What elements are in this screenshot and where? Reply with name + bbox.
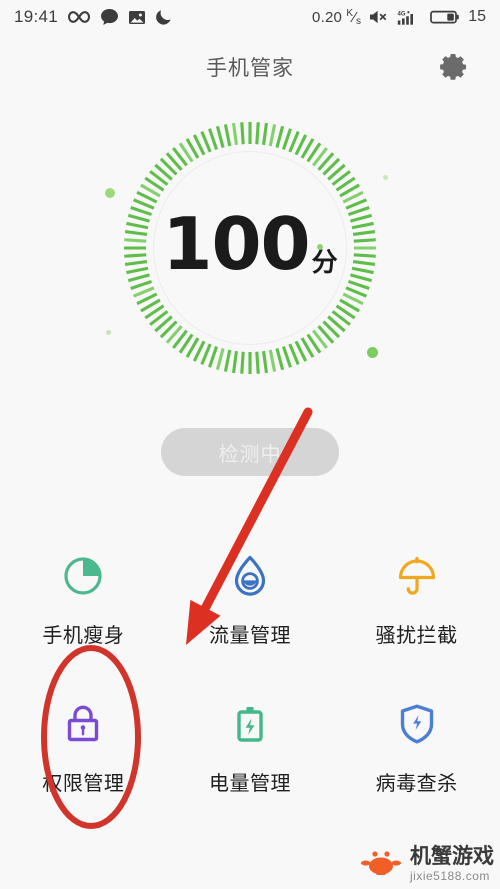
battery-percent: 15 — [468, 8, 486, 25]
gear-icon[interactable] — [438, 50, 472, 84]
network-speed: 0.20 K⁄s — [312, 7, 362, 27]
health-score-gauge: 100 分 — [0, 112, 500, 412]
feature-tile-permission-manager[interactable]: 权限管理 — [0, 681, 167, 829]
battery-bolt-icon — [223, 697, 277, 751]
feature-tile-harassment-block[interactable]: 骚扰拦截 — [333, 533, 500, 681]
feature-tile-phone-cleanup[interactable]: 手机瘦身 — [0, 533, 167, 681]
status-bar-left: 19:41 — [14, 7, 173, 27]
scan-button[interactable]: 检测中 — [161, 428, 339, 476]
infinity-icon — [67, 9, 91, 25]
do-not-disturb-moon-icon — [155, 8, 173, 26]
pie-chart-icon — [56, 549, 110, 603]
watermark-url: jixie5188.com — [410, 868, 490, 883]
page-title: 手机管家 — [206, 57, 294, 80]
lock-icon — [56, 697, 110, 751]
watermark: 机蟹游戏 jixie5188.com — [357, 844, 494, 883]
watermark-name: 机蟹游戏 — [410, 844, 494, 868]
feature-label: 电量管理 — [208, 773, 291, 795]
gauge-decor-dot — [105, 188, 115, 198]
water-drop-icon — [223, 549, 277, 603]
svg-text:4G: 4G — [398, 11, 406, 17]
status-time: 19:41 — [14, 7, 59, 26]
feature-label: 流量管理 — [208, 625, 291, 647]
message-bubble-icon — [100, 8, 119, 26]
gauge-decor-dot — [105, 329, 111, 335]
image-icon — [128, 9, 146, 26]
status-bar-right: 0.20 K⁄s 4G 15 — [312, 8, 486, 27]
feature-tile-battery-manager[interactable]: 电量管理 — [167, 681, 334, 829]
battery-icon — [430, 9, 460, 25]
signal-bars-4g-icon: 4G — [397, 9, 423, 26]
gauge-decor-dot — [317, 244, 323, 250]
scan-button-label: 检测中 — [218, 443, 282, 466]
watermark-text: 机蟹游戏 jixie5188.com — [410, 846, 494, 882]
feature-label: 病毒查杀 — [375, 773, 458, 795]
feature-label: 骚扰拦截 — [375, 625, 458, 647]
feature-label: 手机瘦身 — [42, 625, 125, 647]
shield-bolt-icon — [390, 697, 444, 751]
feature-label: 权限管理 — [42, 773, 125, 795]
feature-grid: 手机瘦身 流量管理 骚扰拦截 权限管理 电量管理 病毒查杀 — [0, 533, 500, 829]
umbrella-icon — [390, 549, 444, 603]
score-number: 100 — [162, 202, 310, 286]
gauge-decor-dot — [382, 174, 388, 180]
gauge-decor-dot — [366, 346, 378, 358]
status-bar: 19:41 0.20 K⁄s 4G 15 — [0, 0, 500, 34]
feature-tile-data-usage[interactable]: 流量管理 — [167, 533, 334, 681]
score-unit: 分 — [311, 247, 338, 277]
app-header: 手机管家 — [0, 34, 500, 100]
crab-icon — [357, 844, 405, 883]
phone-manager-screen: 19:41 0.20 K⁄s 4G 15 手机管家 100 分 检测中 手机瘦身… — [0, 0, 500, 889]
feature-tile-virus-scan[interactable]: 病毒查杀 — [333, 681, 500, 829]
volume-mute-icon — [368, 9, 390, 25]
score-display: 100 分 — [0, 208, 500, 280]
